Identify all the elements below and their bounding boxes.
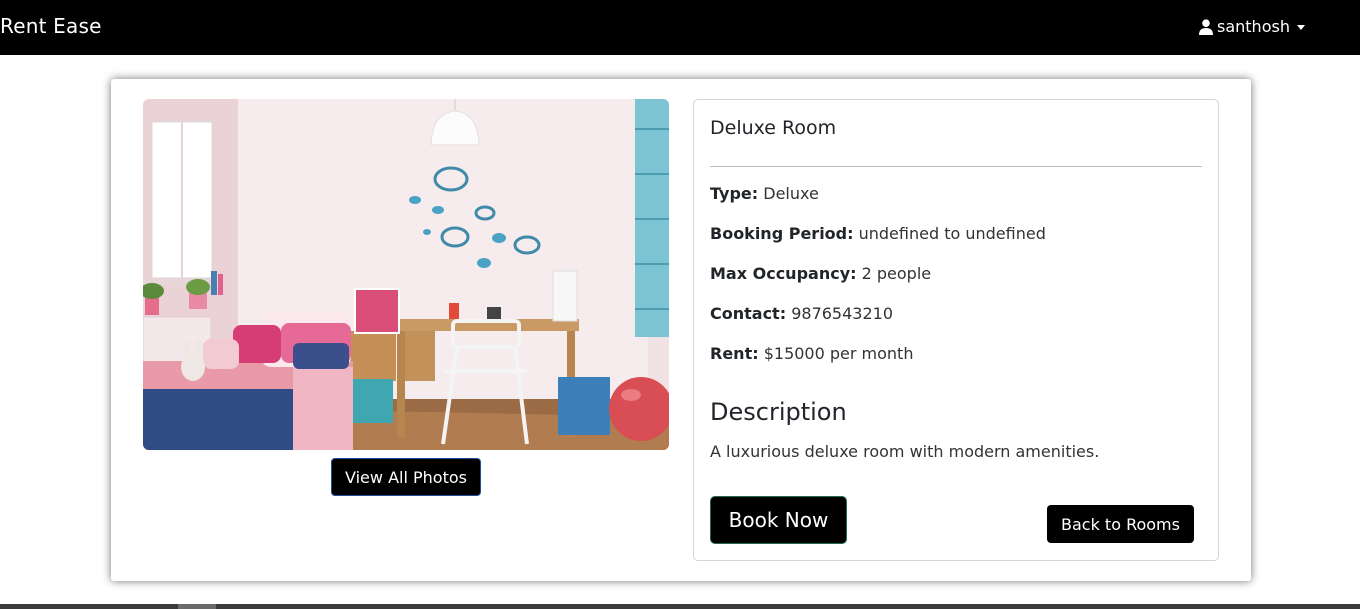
field-value: undefined to undefined — [858, 224, 1046, 243]
field-type: Type: Deluxe — [710, 184, 819, 203]
user-icon — [1199, 18, 1213, 35]
field-value: 2 people — [861, 264, 932, 283]
user-dropdown[interactable]: santhosh — [1199, 17, 1305, 36]
field-label: Contact: — [710, 304, 787, 323]
field-label: Booking Period: — [710, 224, 854, 243]
field-label: Max Occupancy: — [710, 264, 857, 283]
back-to-rooms-button[interactable]: Back to Rooms — [1047, 505, 1194, 543]
field-label: Rent: — [710, 344, 759, 363]
field-label: Type: — [710, 184, 759, 203]
field-booking-period: Booking Period: undefined to undefined — [710, 224, 1046, 243]
room-detail-card: View All Photos Deluxe Room Type: Deluxe… — [111, 79, 1251, 581]
room-title: Deluxe Room — [710, 117, 837, 139]
brand-logo[interactable]: Rent Ease — [0, 14, 102, 38]
description-heading: Description — [710, 398, 847, 426]
chevron-down-icon — [1296, 25, 1305, 30]
description-text: A luxurious deluxe room with modern amen… — [710, 442, 1100, 461]
divider — [710, 166, 1202, 167]
view-all-photos-button[interactable]: View All Photos — [331, 458, 481, 496]
field-max-occupancy: Max Occupancy: 2 people — [710, 264, 931, 283]
field-contact: Contact: 9876543210 — [710, 304, 893, 323]
top-navbar: Rent Ease santhosh — [0, 0, 1360, 55]
scrollbar-thumb[interactable] — [178, 604, 216, 609]
field-rent: Rent: $15000 per month — [710, 344, 913, 363]
field-value: Deluxe — [763, 184, 819, 203]
field-value: $15000 per month — [763, 344, 914, 363]
user-name: santhosh — [1217, 17, 1290, 36]
room-details-panel: Deluxe Room Type: Deluxe Booking Period:… — [693, 99, 1219, 561]
book-now-button[interactable]: Book Now — [710, 496, 847, 544]
room-photo — [143, 99, 669, 450]
horizontal-scrollbar[interactable] — [0, 604, 1360, 609]
field-value: 9876543210 — [791, 304, 893, 323]
